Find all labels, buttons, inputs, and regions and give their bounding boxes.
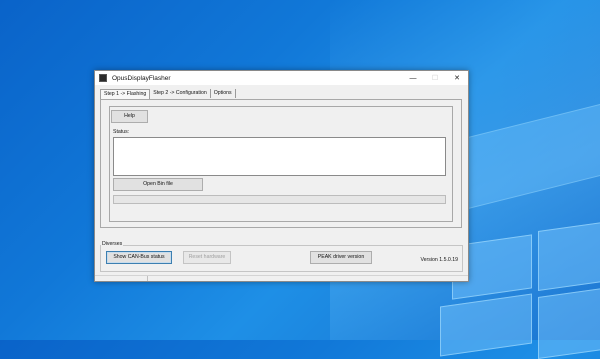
flash-progress-bar: [113, 195, 446, 204]
tab-strip: Step 1 -> Flashing Step 2 -> Configurati…: [100, 89, 236, 100]
app-window: OpusDisplayFlasher — ☐ ✕ Step 1 -> Flash…: [94, 70, 469, 282]
minimize-button[interactable]: —: [402, 71, 424, 85]
version-label: Version 1.5.0.19: [420, 257, 459, 263]
open-bin-file-button[interactable]: Open Bin file: [113, 178, 203, 191]
windows-logo-pane-4: [538, 286, 600, 359]
status-textbox[interactable]: [113, 137, 446, 176]
tab-options[interactable]: Options: [210, 89, 236, 98]
status-bar: [95, 275, 468, 281]
help-button[interactable]: Help: [111, 110, 148, 123]
windows-logo-pane-2: [538, 220, 600, 292]
app-window-icon[interactable]: [99, 74, 107, 82]
tab-configuration[interactable]: Step 2 -> Configuration: [150, 89, 211, 98]
close-button[interactable]: ✕: [446, 71, 468, 85]
peak-driver-version-button[interactable]: PEAK driver version: [310, 251, 372, 264]
windows-logo-pane-3: [440, 293, 532, 357]
diverses-group-label: Diverses: [101, 241, 124, 247]
show-can-bus-status-button[interactable]: Show CAN-Bus status: [106, 251, 172, 264]
desktop-light-beam: [465, 102, 600, 210]
window-title: OpusDisplayFlasher: [112, 74, 171, 82]
reset-hardware-button: Reset hardware: [183, 251, 231, 264]
status-bar-separator: [147, 276, 148, 281]
title-bar[interactable]: OpusDisplayFlasher — ☐ ✕: [95, 71, 468, 85]
status-label: Status:: [113, 129, 130, 135]
maximize-button: ☐: [431, 75, 439, 82]
